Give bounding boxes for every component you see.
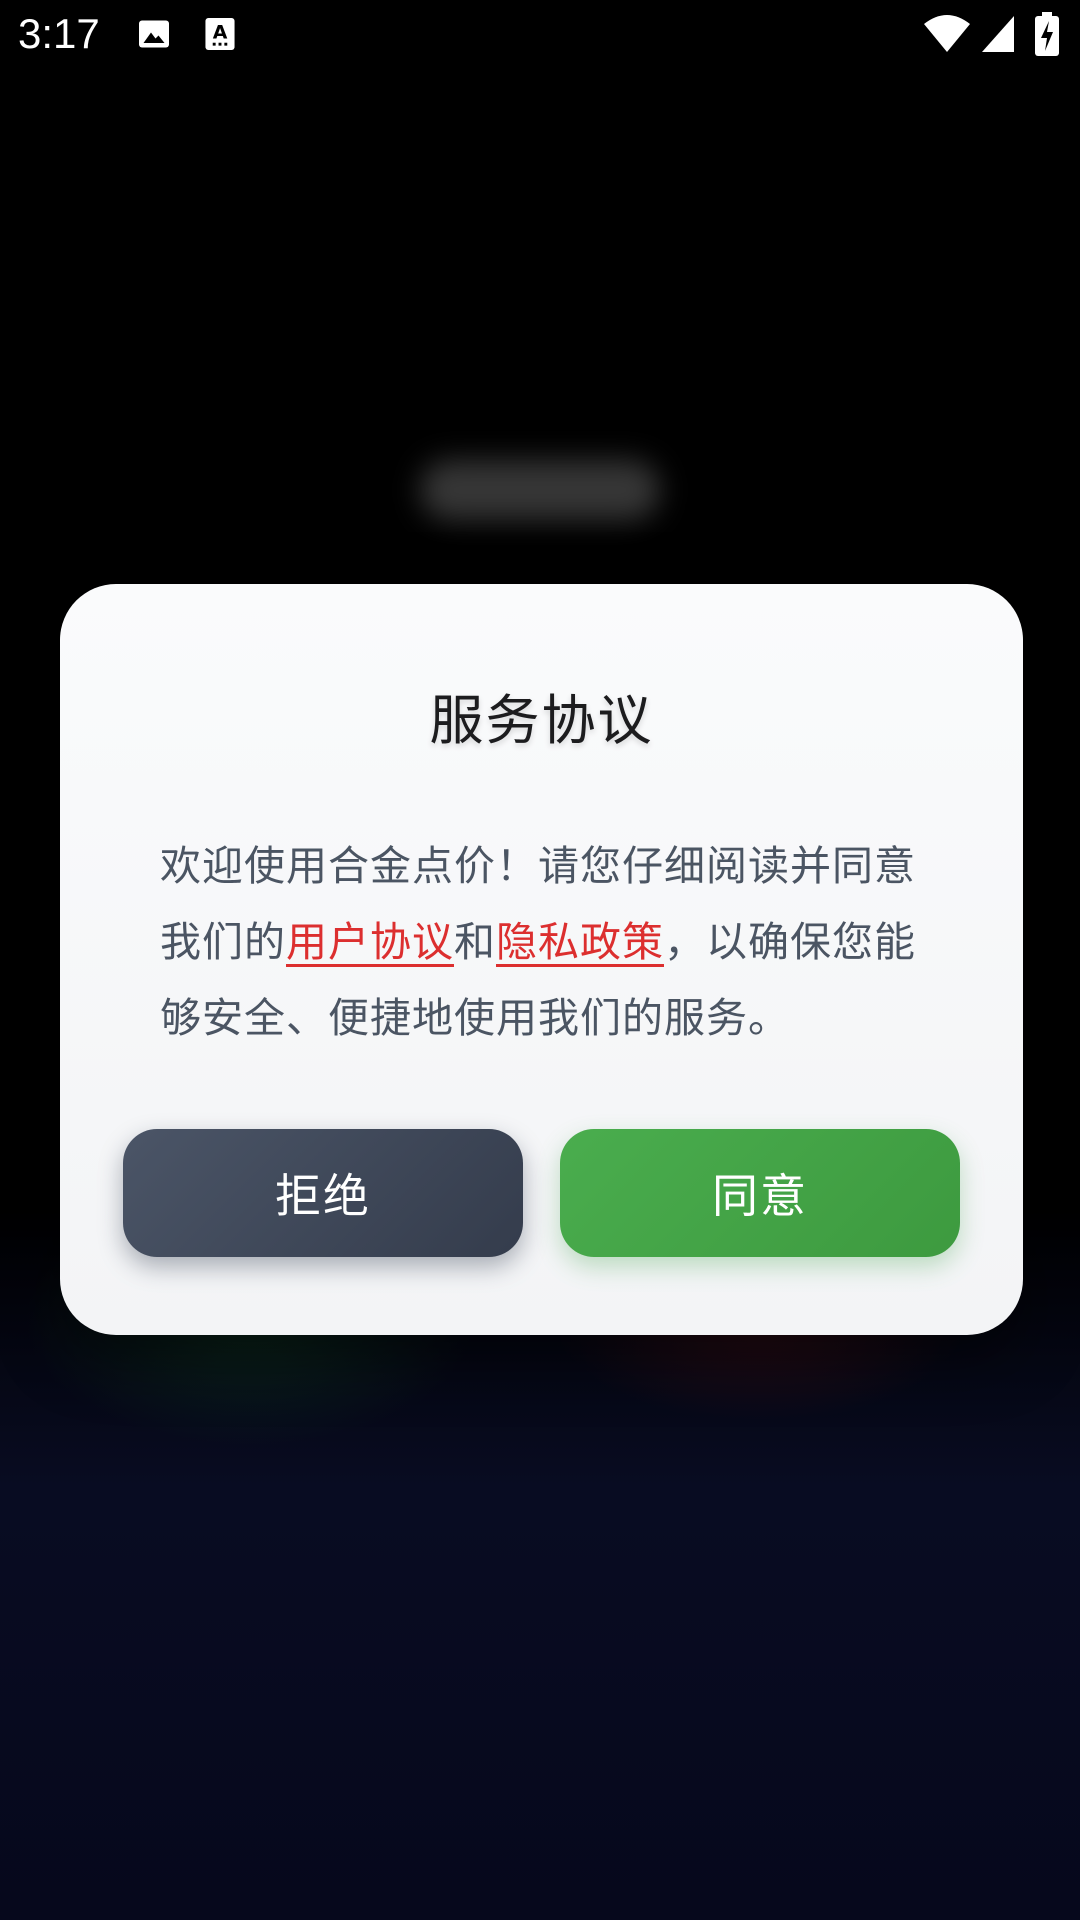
body-text-and: 和	[454, 918, 496, 966]
image-icon	[136, 16, 172, 56]
status-bar: 3:17 A	[0, 0, 1080, 72]
privacy-policy-link[interactable]: 隐私政策	[496, 918, 664, 966]
battery-charging-icon	[1034, 12, 1060, 60]
app-screen: 3:17 A 服务协议 欢迎使用合金点价！请您仔细阅读并同意我们的用户协议和隐私…	[0, 0, 1080, 1920]
background-blurred-element	[420, 460, 660, 520]
reject-button[interactable]: 拒绝	[123, 1129, 523, 1257]
agree-button[interactable]: 同意	[560, 1129, 960, 1257]
text-icon: A	[204, 16, 236, 56]
svg-text:A: A	[213, 21, 228, 43]
user-agreement-link[interactable]: 用户协议	[286, 918, 454, 966]
signal-icon	[980, 14, 1016, 58]
service-agreement-dialog: 服务协议 欢迎使用合金点价！请您仔细阅读并同意我们的用户协议和隐私政策，以确保您…	[60, 584, 1023, 1335]
status-time: 3:17	[18, 10, 100, 57]
wifi-icon	[922, 14, 972, 58]
dialog-body: 欢迎使用合金点价！请您仔细阅读并同意我们的用户协议和隐私政策，以确保您能够安全、…	[160, 828, 950, 1056]
dialog-title: 服务协议	[429, 689, 654, 752]
